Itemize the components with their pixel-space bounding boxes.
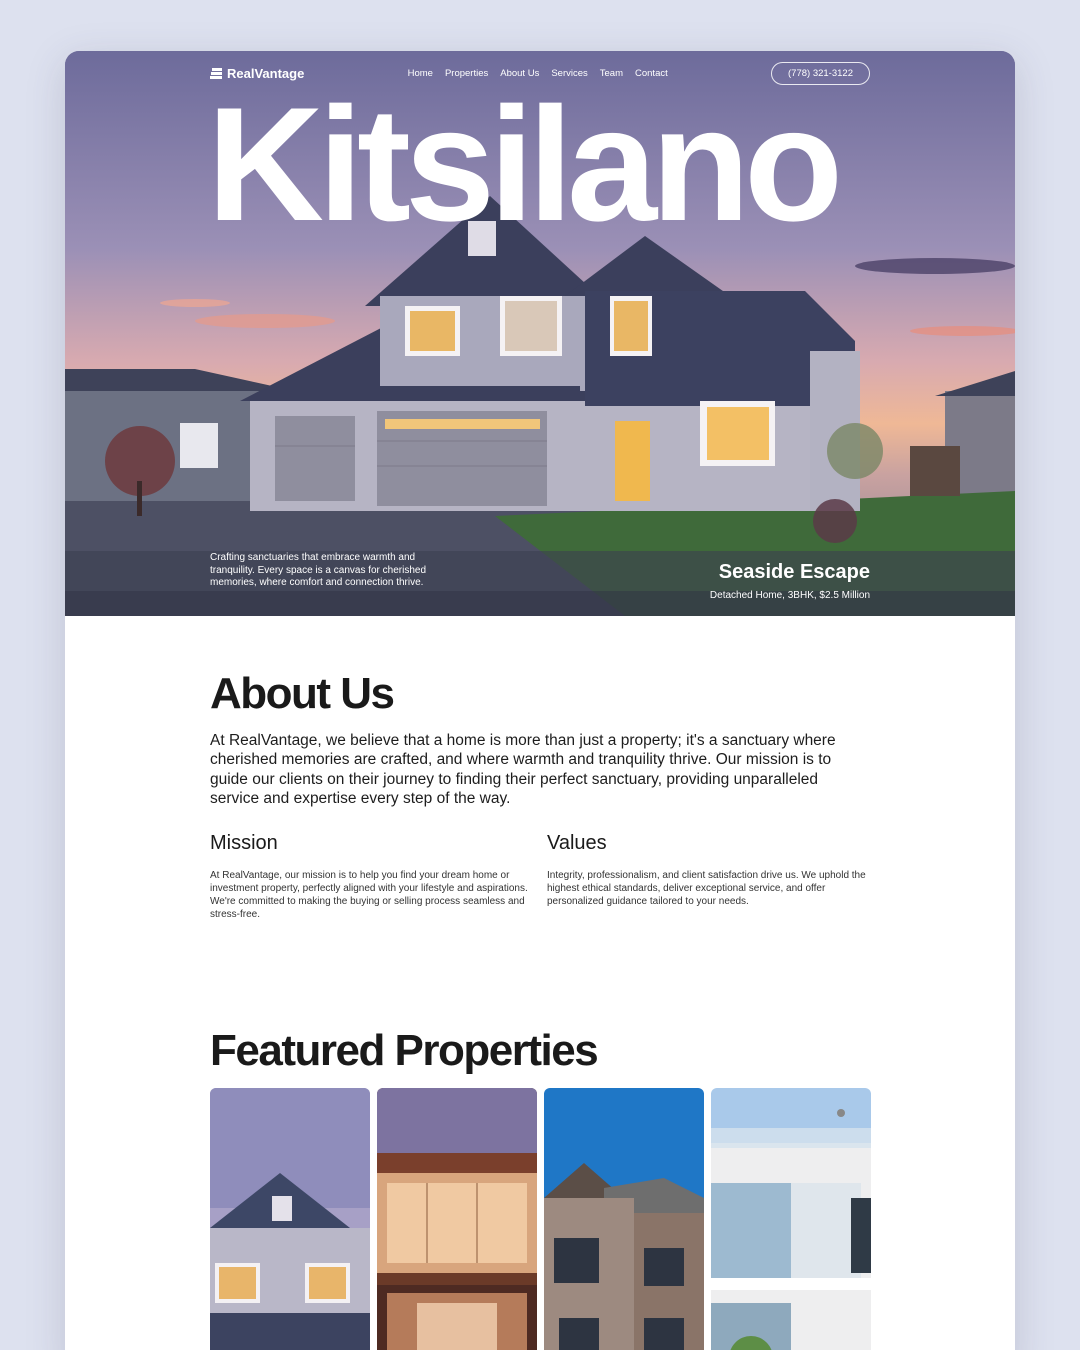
mission-title: Mission [210, 832, 278, 854]
landing-page: RealVantage Home Properties About Us Ser… [65, 51, 1015, 1350]
phone-button[interactable]: (778) 321-3122 [771, 61, 870, 85]
nav-contact[interactable]: Contact [635, 68, 668, 79]
brand-name: RealVantage [227, 65, 305, 81]
listing-name: Seaside Escape [718, 561, 870, 583]
nav-menu: Home Properties About Us Services Team C… [408, 68, 668, 79]
nav-about-us[interactable]: About Us [500, 68, 539, 79]
nav-team[interactable]: Team [600, 68, 623, 79]
property-card-2[interactable] [377, 1088, 537, 1350]
property-image-1 [210, 1088, 370, 1350]
listing-meta: Detached Home, 3BHK, $2.5 Million [709, 590, 870, 601]
building-stack-icon [210, 67, 222, 79]
nav-properties[interactable]: Properties [445, 68, 488, 79]
property-card-3[interactable] [544, 1088, 704, 1350]
values-text: Integrity, professionalism, and client s… [547, 870, 866, 907]
property-image-2 [377, 1088, 537, 1350]
nav-services[interactable]: Services [551, 68, 587, 79]
hero-title: Kitsilano [207, 74, 843, 255]
property-image-4 [711, 1088, 871, 1350]
values-title: Values [547, 832, 607, 854]
mission-block: Mission At RealVantage, our mission is t… [210, 832, 535, 921]
hero-section: RealVantage Home Properties About Us Ser… [65, 51, 1015, 616]
property-card-4[interactable] [711, 1088, 871, 1350]
mission-text: At RealVantage, our mission is to help y… [210, 870, 528, 920]
hero-tagline: Crafting sanctuaries that embrace warmth… [210, 552, 427, 588]
about-title: About Us [210, 669, 395, 718]
property-cards [210, 1088, 871, 1350]
featured-title: Featured Properties [210, 1026, 599, 1075]
top-nav: RealVantage Home Properties About Us Ser… [210, 61, 870, 85]
brand-logo[interactable]: RealVantage [210, 66, 304, 81]
nav-home[interactable]: Home [408, 68, 433, 79]
about-text: At RealVantage, we believe that a home i… [210, 732, 836, 808]
values-block: Values Integrity, professionalism, and c… [547, 832, 872, 908]
property-image-3 [544, 1088, 704, 1350]
featured-listing[interactable]: Seaside Escape Detached Home, 3BHK, $2.5… [710, 561, 870, 601]
property-card-1[interactable] [210, 1088, 370, 1350]
